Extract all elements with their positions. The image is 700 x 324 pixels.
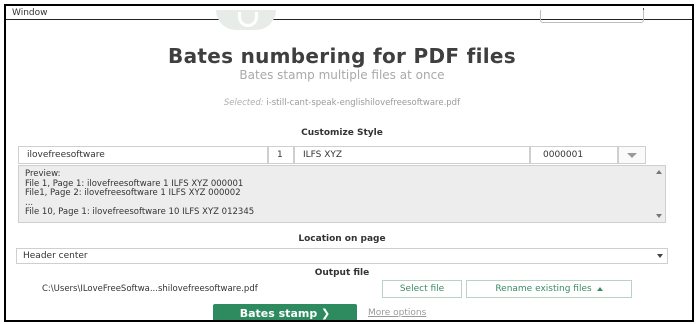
top-right-button[interactable] — [540, 10, 644, 23]
selected-label: Selected: — [223, 98, 264, 108]
bates-stamp-label: Bates stamp — [239, 307, 318, 320]
rename-files-label: Rename existing files — [495, 284, 592, 294]
page-subtitle: Bates stamp multiple files at once — [239, 68, 445, 82]
prefix-input[interactable]: ilovefreesoftware — [18, 146, 268, 164]
chevron-down-icon — [657, 254, 663, 258]
arrow-right-icon: ❯ — [321, 307, 331, 320]
start-number-input[interactable]: 1 — [268, 146, 294, 164]
preview-box: Preview: File 1, Page 1: ilovefreesoftwa… — [18, 165, 666, 223]
location-label: Location on page — [298, 234, 386, 244]
output-file-label: Output file — [314, 268, 370, 278]
selected-file-info: Selected: i-still-cant-speak-englishilov… — [6, 98, 678, 108]
selected-filename: i-still-cant-speak-englishilovefreesoftw… — [266, 98, 461, 108]
window-control-icon[interactable] — [643, 8, 654, 17]
more-options-link[interactable]: More options — [368, 308, 426, 318]
window-title: Window — [12, 8, 48, 18]
chevron-down-icon — [627, 153, 637, 158]
bates-stamp-button[interactable]: Bates stamp ❯ — [213, 304, 357, 320]
scroll-up-icon[interactable] — [656, 170, 662, 174]
location-selected: Header center — [23, 251, 88, 261]
rename-files-button[interactable]: Rename existing files — [466, 280, 632, 298]
number-format-input[interactable]: 0000001 — [530, 146, 618, 164]
page-title: Bates numbering for PDF files — [168, 44, 516, 68]
scroll-down-icon[interactable] — [656, 214, 662, 218]
customize-style-label: Customize Style — [301, 128, 383, 138]
output-path: C:\Users\ILoveFreeSoftwa...shilovefreeso… — [42, 284, 258, 294]
suffix-input[interactable]: ILFS XYZ — [294, 146, 530, 164]
select-file-button[interactable]: Select file — [382, 280, 462, 298]
number-format-dropdown[interactable] — [618, 146, 646, 164]
app-window: Window Bates numbering for PDF files Bat… — [4, 4, 694, 322]
preview-line: File1, Page 2: ilovefreesoftware 1 ILFS … — [25, 188, 241, 198]
location-select[interactable]: Header center — [16, 248, 668, 264]
chevron-up-icon — [596, 286, 603, 291]
logo-icon — [216, 10, 276, 30]
preview-line: File 10, Page 1: ilovefreesoftware 10 IL… — [25, 207, 255, 217]
